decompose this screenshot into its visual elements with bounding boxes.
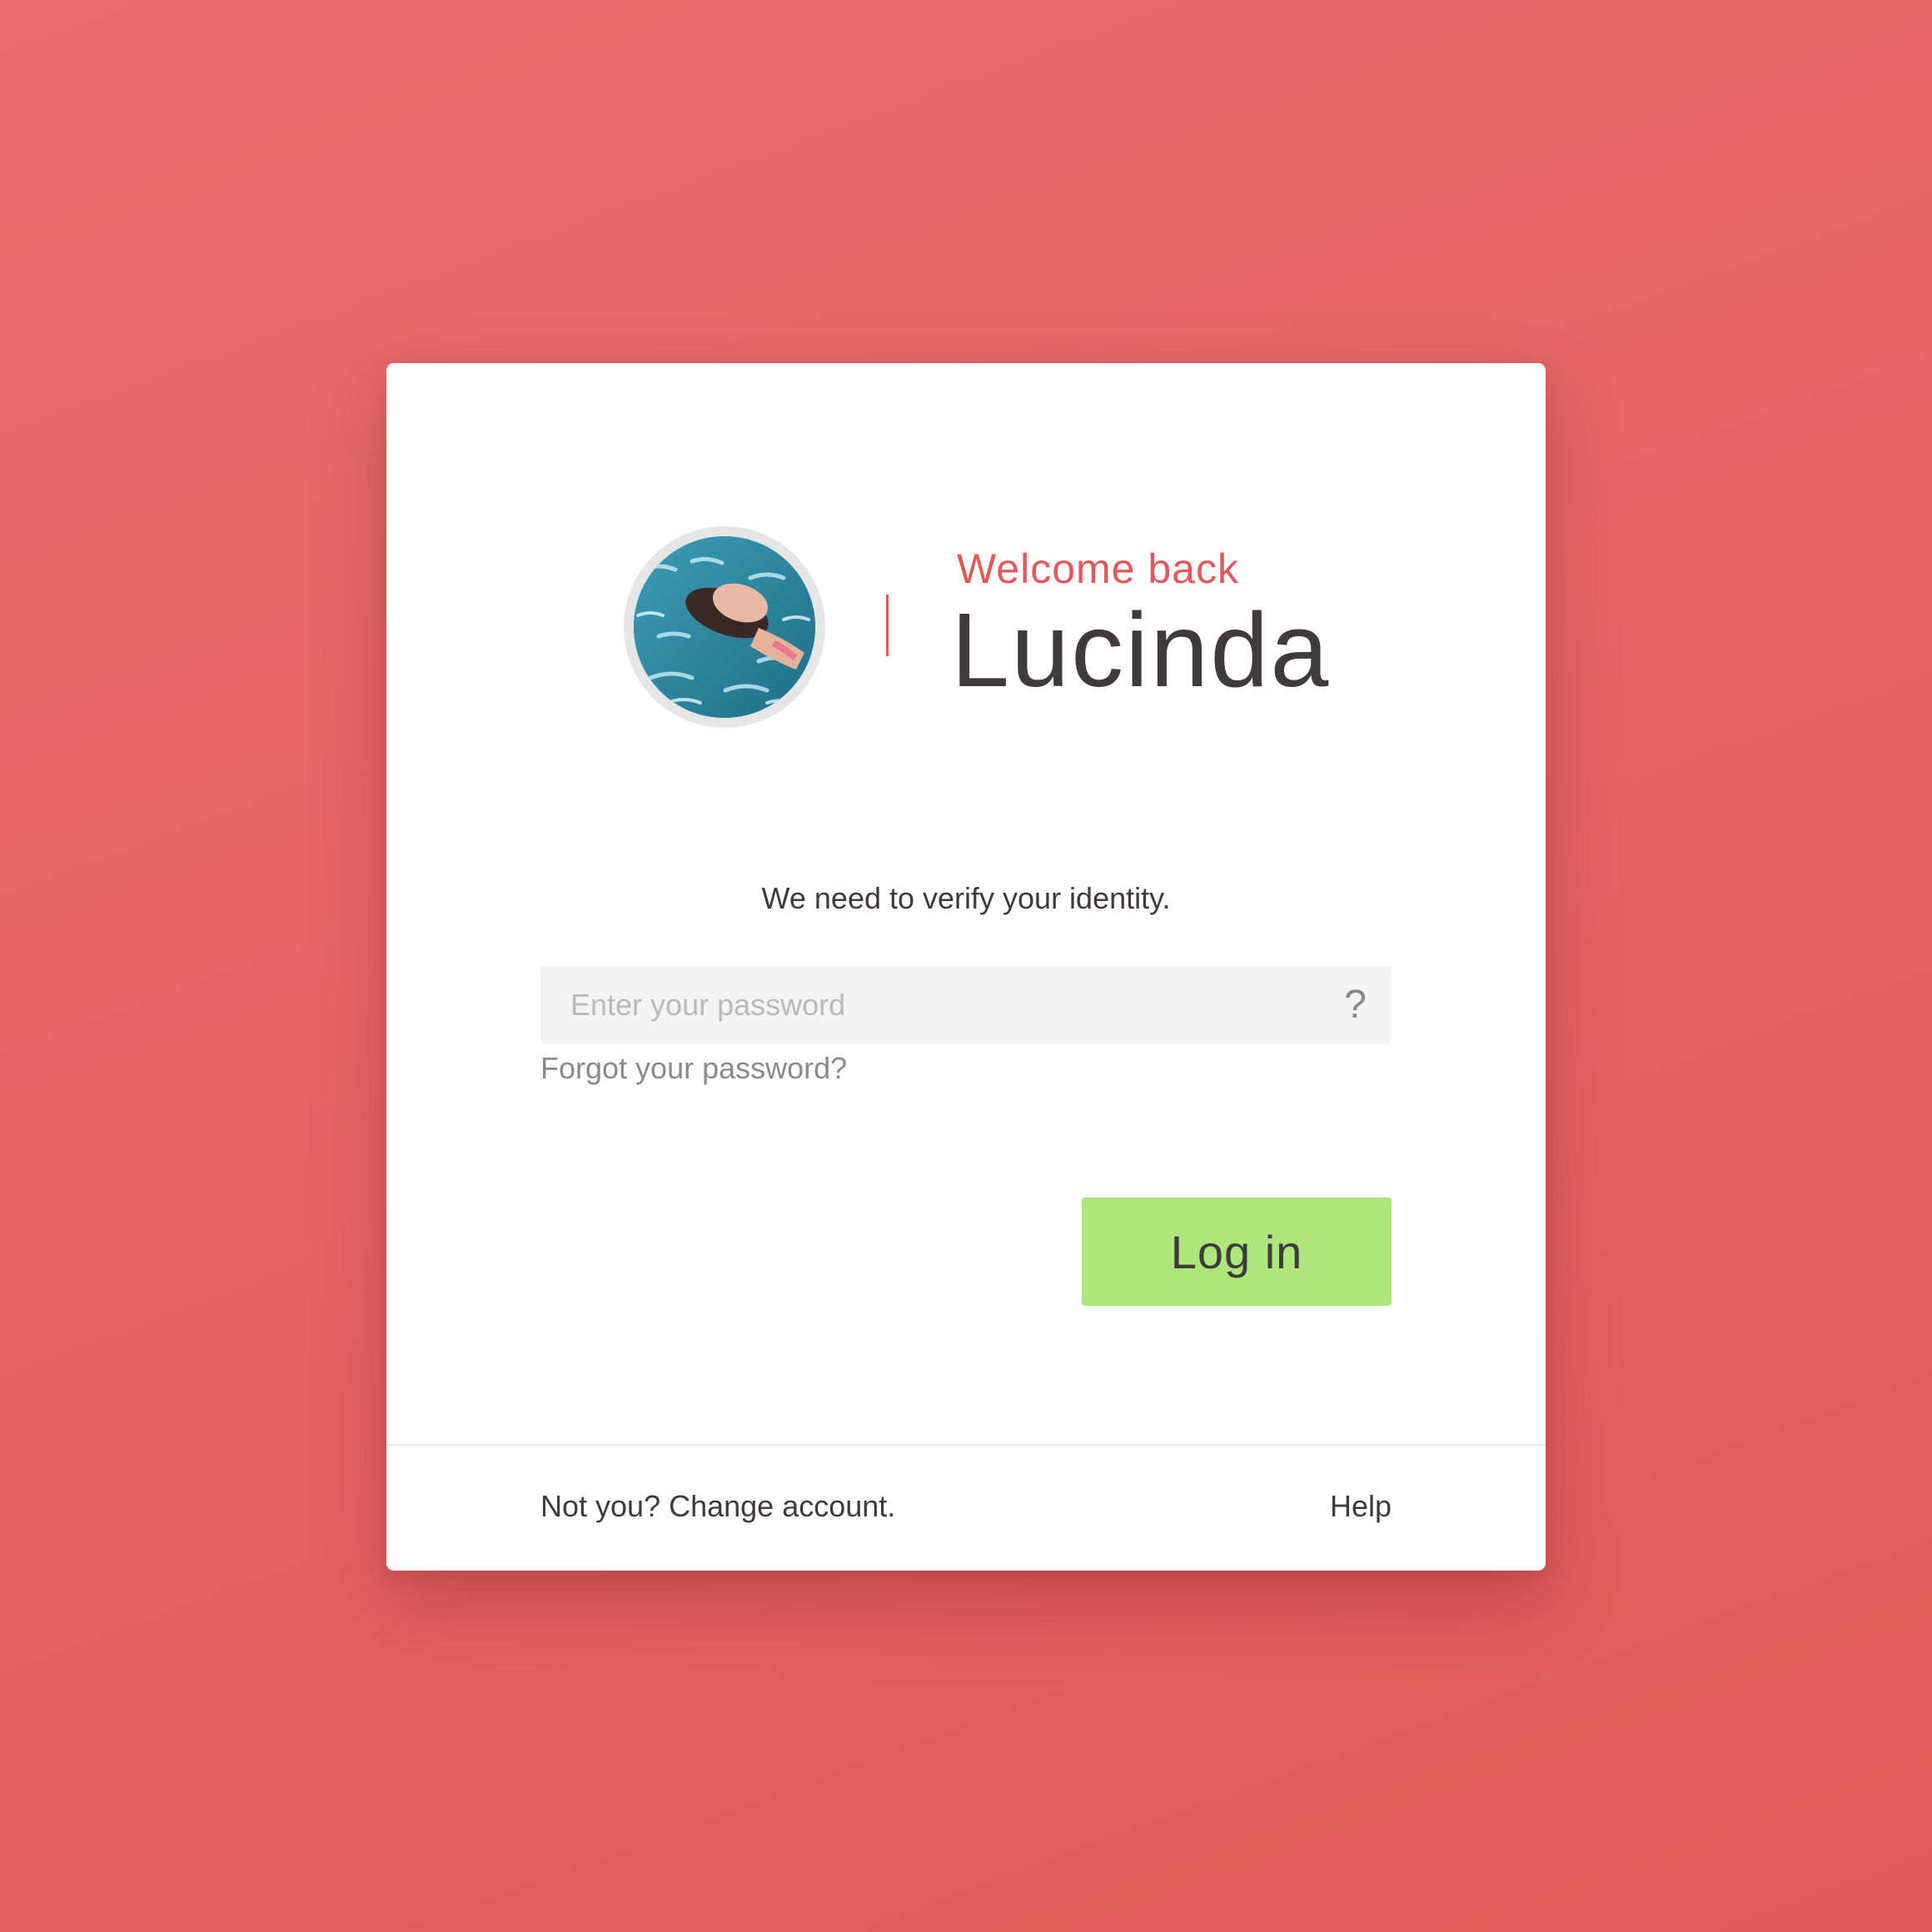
username: Lucinda bbox=[951, 591, 1331, 709]
change-account-link[interactable]: Not you? Change account. bbox=[540, 1489, 895, 1524]
verify-prompt: We need to verify your identity. bbox=[761, 881, 1171, 915]
password-field-container: ? bbox=[540, 966, 1392, 1043]
avatar-photo bbox=[634, 536, 815, 718]
help-link[interactable]: Help bbox=[1330, 1489, 1392, 1524]
welcome-text: Welcome back bbox=[957, 545, 1239, 592]
footer-divider bbox=[386, 1444, 1546, 1446]
login-card: Welcome back Lucinda We need to verify y… bbox=[386, 363, 1546, 1571]
forgot-password-link[interactable]: Forgot your password? bbox=[540, 1051, 847, 1086]
password-input[interactable] bbox=[540, 966, 1290, 1043]
header-divider bbox=[886, 595, 889, 656]
help-question-icon[interactable]: ? bbox=[1344, 981, 1367, 1029]
login-button[interactable]: Log in bbox=[1082, 1198, 1392, 1306]
avatar bbox=[624, 526, 825, 728]
